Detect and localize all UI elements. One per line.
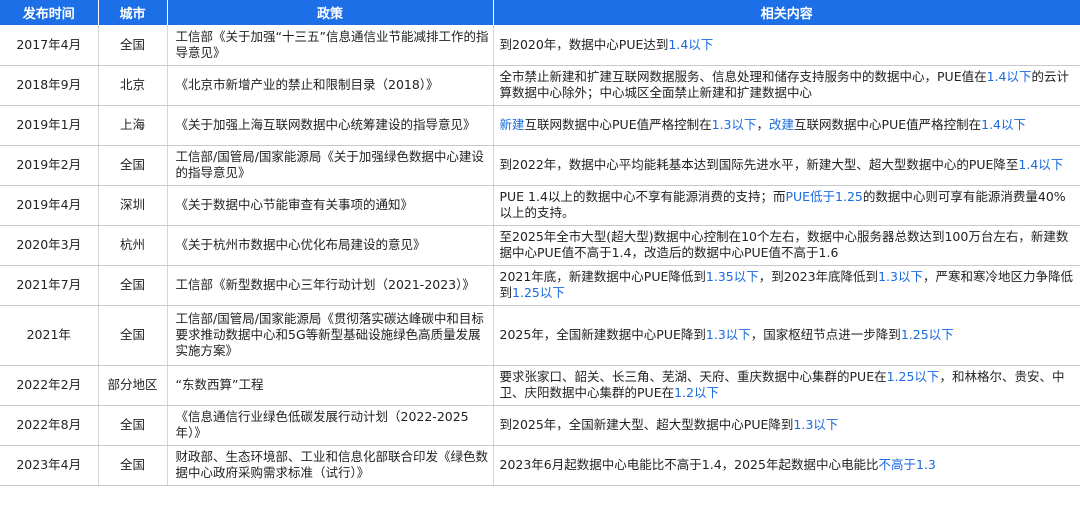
content-text: 2023年6月起数据中心电能比不高于1.4，2025年起数据中心电能比 xyxy=(499,457,879,472)
cell-policy: 《信息通信行业绿色低碳发展行动计划（2022-2025年）》 xyxy=(167,405,494,446)
highlight-text: 1.25以下 xyxy=(900,327,954,342)
cell-date: 2021年 xyxy=(0,305,99,366)
cell-content: 到2025年，全国新建大型、超大型数据中心PUE降到1.3以下 xyxy=(493,405,1080,446)
cell-city: 全国 xyxy=(98,265,168,306)
content-text: 要求张家口、韶关、长三角、芜湖、天府、重庆数据中心集群的PUE在 xyxy=(499,369,887,384)
cell-content: 新建互联网数据中心PUE值严格控制在1.3以下，改建互联网数据中心PUE值严格控… xyxy=(493,105,1080,146)
highlight-text: 1.35以下 xyxy=(705,269,759,284)
header-content: 相关内容 xyxy=(493,0,1080,25)
cell-date: 2023年4月 xyxy=(0,445,99,486)
table-row: 2018年9月 北京 《北京市新增产业的禁止和限制目录（2018）》 全市禁止新建和扩… xyxy=(0,65,1080,106)
highlight-text: 1.3以下 xyxy=(793,417,839,432)
header-city: 城市 xyxy=(98,0,168,25)
highlight-text: 1.4以下 xyxy=(1018,157,1064,172)
content-text: ，国家枢纽节点进一步降到 xyxy=(750,327,901,342)
highlight-text: 改建 xyxy=(769,117,795,132)
table-row: 2017年4月 全国 工信部《关于加强“十三五”信息通信业节能减排工作的指导意见》到… xyxy=(0,25,1080,66)
cell-policy: 《关于数据中心节能审查有关事项的通知》 xyxy=(167,185,494,226)
cell-policy: 工信部《新型数据中心三年行动计划（2021-2023）》 xyxy=(167,265,494,306)
cell-date: 2017年4月 xyxy=(0,25,99,66)
cell-content: 到2022年，数据中心平均能耗基本达到国际先进水平，新建大型、超大型数据中心的P… xyxy=(493,145,1080,186)
highlight-text: 1.25以下 xyxy=(512,285,565,300)
content-text: 2025年，全国新建数据中心PUE降到 xyxy=(499,327,706,342)
content-text: PUE 1.4以上的数据中心不享有能源消费的支持；而 xyxy=(499,189,786,204)
cell-city: 全国 xyxy=(98,305,168,366)
cell-policy: 工信部/国管局/国家能源局《贯彻落实碳达峰碳中和目标要求推动数据中心和5G等新型… xyxy=(167,305,494,366)
cell-city: 部分地区 xyxy=(98,365,168,406)
content-text: 互联网数据中心PUE值严格控制在 xyxy=(794,117,982,132)
highlight-text: 1.3以下 xyxy=(705,327,751,342)
cell-date: 2019年1月 xyxy=(0,105,99,146)
cell-content: 至2025年全市大型(超大型)数据中心控制在10个左右，数据中心服务器总数达到1… xyxy=(493,225,1080,266)
cell-date: 2020年3月 xyxy=(0,225,99,266)
cell-city: 杭州 xyxy=(98,225,168,266)
content-text: 到2020年，数据中心PUE达到 xyxy=(499,36,669,52)
table-row: 2019年1月 上海 《关于加强上海互联网数据中心统筹建设的指导意见》 新建互联网数据… xyxy=(0,105,1080,146)
cell-policy: 《关于加强上海互联网数据中心统筹建设的指导意见》 xyxy=(167,105,494,146)
highlight-text: PUE低于1.25 xyxy=(785,189,863,204)
cell-policy: “东数西算”工程 xyxy=(167,365,494,406)
highlight-text: 1.3以下 xyxy=(711,117,757,132)
table-row: 2019年4月 深圳 《关于数据中心节能审查有关事项的通知》 PUE 1.4以上的数据… xyxy=(0,185,1080,226)
content-text: 到2025年，全国新建大型、超大型数据中心PUE降到 xyxy=(499,417,794,432)
cell-date: 2022年2月 xyxy=(0,365,99,406)
highlight-text: 1.4以下 xyxy=(981,117,1027,132)
cell-content: 2021年底，新建数据中心PUE降低到1.35以下，到2023年底降低到1.3以… xyxy=(493,265,1080,306)
highlight-text: 1.3以下 xyxy=(878,269,923,284)
highlight-text: 新建 xyxy=(499,117,525,132)
content-text: 到2022年，数据中心平均能耗基本达到国际先进水平，新建大型、超大型数据中心的P… xyxy=(499,157,1019,172)
cell-policy: 《关于杭州市数据中心优化布局建设的意见》 xyxy=(167,225,494,266)
cell-city: 全国 xyxy=(98,445,168,486)
cell-content: 全市禁止新建和扩建互联网数据服务、信息处理和储存支持服务中的数据中心，PUE值在… xyxy=(493,65,1080,106)
cell-content: 到2020年，数据中心PUE达到1.4以下 xyxy=(493,25,1080,66)
highlight-text: 不高于1.3 xyxy=(878,457,936,472)
content-text: 至2025年全市大型(超大型)数据中心控制在10个左右，数据中心服务器总数达到1… xyxy=(499,229,1069,260)
cell-date: 2019年4月 xyxy=(0,185,99,226)
content-text: 互联网数据中心PUE值严格控制在 xyxy=(524,117,712,132)
content-text: 2021年底，新建数据中心PUE降低到 xyxy=(499,269,706,284)
cell-policy: 工信部《关于加强“十三五”信息通信业节能减排工作的指导意见》 xyxy=(167,25,494,66)
cell-date: 2019年2月 xyxy=(0,145,99,186)
content-text: ， xyxy=(756,117,770,132)
table-row: 2020年3月 杭州 《关于杭州市数据中心优化布局建设的意见》 至2025年全市大型(… xyxy=(0,225,1080,266)
cell-content: 要求张家口、韶关、长三角、芜湖、天府、重庆数据中心集群的PUE在1.25以下，和… xyxy=(493,365,1080,406)
policy-table: 发布时间 城市 政策 相关内容 2017年4月 全国 工信部《关于加强“十三五”信息… xyxy=(0,0,1080,486)
cell-policy: 《北京市新增产业的禁止和限制目录（2018）》 xyxy=(167,65,494,106)
highlight-text: 1.25以下 xyxy=(886,369,940,384)
table-row: 2021年 全国 工信部/国管局/国家能源局《贯彻落实碳达峰碳中和目标要求推动数据中… xyxy=(0,305,1080,366)
cell-content: 2025年，全国新建数据中心PUE降到1.3以下，国家枢纽节点进一步降到1.25… xyxy=(493,305,1080,366)
cell-city: 深圳 xyxy=(98,185,168,226)
highlight-text: 1.4以下 xyxy=(986,69,1032,84)
cell-city: 全国 xyxy=(98,145,168,186)
table-row: 2021年7月 全国 工信部《新型数据中心三年行动计划（2021-2023）》 202… xyxy=(0,265,1080,306)
cell-city: 上海 xyxy=(98,105,168,146)
table-row: 2022年8月 全国 《信息通信行业绿色低碳发展行动计划（2022-2025年）》到… xyxy=(0,405,1080,446)
table-row: 2019年2月 全国 工信部/国管局/国家能源局《关于加强绿色数据中心建设的指导意见… xyxy=(0,145,1080,186)
cell-city: 全国 xyxy=(98,405,168,446)
header-row: 发布时间 城市 政策 相关内容 xyxy=(0,0,1080,25)
cell-policy: 财政部、生态环境部、工业和信息化部联合印发《绿色数据中心政府采购需求标准（试行）… xyxy=(167,445,494,486)
header-date: 发布时间 xyxy=(0,0,99,25)
table-row: 2023年4月 全国 财政部、生态环境部、工业和信息化部联合印发《绿色数据中心政府采… xyxy=(0,445,1080,486)
cell-content: 2023年6月起数据中心电能比不高于1.4，2025年起数据中心电能比不高于1.… xyxy=(493,445,1080,486)
cell-date: 2022年8月 xyxy=(0,405,99,446)
cell-date: 2018年9月 xyxy=(0,65,99,106)
cell-policy: 工信部/国管局/国家能源局《关于加强绿色数据中心建设的指导意见》 xyxy=(167,145,494,186)
header-policy: 政策 xyxy=(167,0,494,25)
highlight-text: 1.4以下 xyxy=(668,36,714,52)
content-text: 全市禁止新建和扩建互联网数据服务、信息处理和储存支持服务中的数据中心，PUE值在 xyxy=(499,69,987,84)
highlight-text: 1.2以下 xyxy=(674,385,719,400)
cell-city: 全国 xyxy=(98,25,168,66)
table-body: 2017年4月 全国 工信部《关于加强“十三五”信息通信业节能减排工作的指导意见》到… xyxy=(0,25,1080,486)
table-row: 2022年2月 部分地区 “东数西算”工程 要求张家口、韶关、长三角、芜湖、天府、重庆… xyxy=(0,365,1080,406)
cell-date: 2021年7月 xyxy=(0,265,99,306)
content-text: ，到2023年底降低到 xyxy=(758,269,879,284)
cell-city: 北京 xyxy=(98,65,168,106)
cell-content: PUE 1.4以上的数据中心不享有能源消费的支持；而PUE低于1.25的数据中心… xyxy=(493,185,1080,226)
